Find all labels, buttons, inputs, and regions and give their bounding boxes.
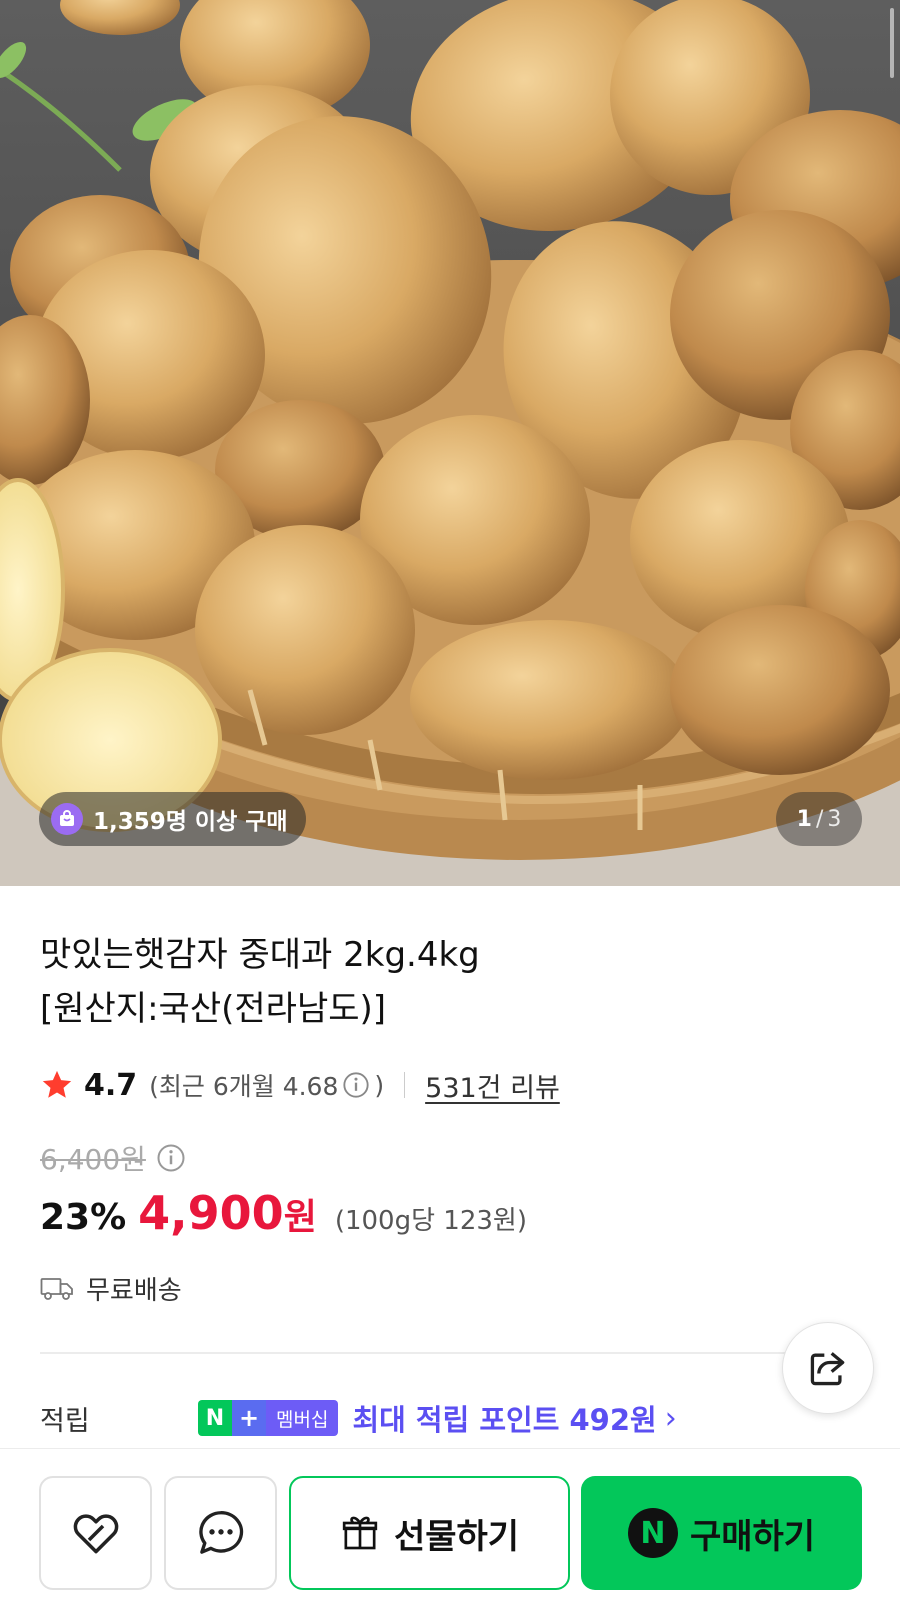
rating-value: 4.7	[84, 1067, 138, 1103]
shipping-text: 무료배송	[86, 1276, 182, 1306]
npay-logo-icon: N	[627, 1508, 678, 1558]
sale-price-row: 23% 4,900 원 (100g당 123원)	[40, 1186, 527, 1240]
talk-button[interactable]	[164, 1476, 277, 1590]
buyers-count-badge: 1,359명 이상 구매	[39, 792, 306, 846]
shopping-bag-icon	[51, 803, 83, 835]
image-counter-separator: /	[815, 806, 824, 832]
wishlist-button[interactable]	[39, 1476, 152, 1590]
npay-membership-badge: N + 멤버십	[198, 1400, 339, 1436]
rating-row: 4.7 (최근 6개월 4.68 ) 531건 리뷰	[40, 1065, 560, 1105]
section-divider	[40, 1352, 810, 1354]
price-info-icon[interactable]	[156, 1143, 186, 1173]
recent-rating-close: )	[374, 1070, 385, 1100]
unit-price: (100g당 123원)	[334, 1206, 527, 1236]
info-icon[interactable]	[342, 1071, 370, 1099]
gift-button-label: 선물하기	[393, 1516, 520, 1557]
sale-price: 4,900	[138, 1186, 284, 1240]
original-price: 6,400원	[40, 1143, 146, 1176]
buy-button-label: 구매하기	[689, 1516, 816, 1557]
gift-button[interactable]: 선물하기	[289, 1476, 570, 1590]
review-count-link[interactable]: 531건 리뷰	[425, 1066, 560, 1105]
image-counter: 1 / 3	[776, 792, 862, 846]
membership-label: 멤버십	[266, 1400, 339, 1436]
image-counter-current: 1	[796, 806, 812, 832]
heart-icon	[73, 1514, 118, 1554]
potato-basket-photo	[0, 0, 900, 886]
recent-rating-text: (최근 6개월 4.68	[149, 1072, 339, 1101]
scroll-indicator	[890, 8, 894, 78]
recent-rating: (최근 6개월 4.68 )	[149, 1067, 384, 1103]
points-label: 적립	[40, 1405, 90, 1437]
image-counter-total: 3	[827, 806, 842, 832]
chevron-right-icon: ›	[664, 1400, 677, 1436]
original-price-row: 6,400원	[40, 1138, 186, 1178]
chat-icon	[198, 1511, 243, 1554]
product-title-line2: [원산지:국산(전라남도)]	[40, 989, 387, 1029]
star-icon	[42, 1070, 72, 1098]
product-image[interactable]: 1,359명 이상 구매 1 / 3	[0, 0, 900, 886]
bottom-action-bar: 선물하기 N 구매하기	[0, 1448, 900, 1613]
shipping-row: 무료배송	[40, 1270, 182, 1307]
max-points-text: 최대 적립 포인트 492원	[352, 1403, 657, 1437]
buy-button[interactable]: N 구매하기	[581, 1476, 862, 1590]
sale-price-currency: 원	[283, 1197, 317, 1238]
product-title: 맛있는햇감자 중대과 2kg.4kg [원산지:국산(전라남도)]	[40, 928, 840, 1036]
divider	[404, 1072, 406, 1098]
npay-plus-logo: +	[232, 1400, 266, 1436]
share-icon	[810, 1352, 845, 1386]
gift-icon	[342, 1516, 378, 1550]
npay-n-logo: N	[198, 1400, 232, 1436]
discount-rate: 23%	[40, 1197, 127, 1238]
buyers-count-text: 1,359명 이상 구매	[93, 809, 288, 835]
product-title-line1: 맛있는햇감자 중대과 2kg.4kg	[40, 935, 480, 975]
truck-icon	[40, 1277, 73, 1300]
points-row[interactable]: 적립 N + 멤버십 최대 적립 포인트 492원 ›	[40, 1393, 860, 1443]
